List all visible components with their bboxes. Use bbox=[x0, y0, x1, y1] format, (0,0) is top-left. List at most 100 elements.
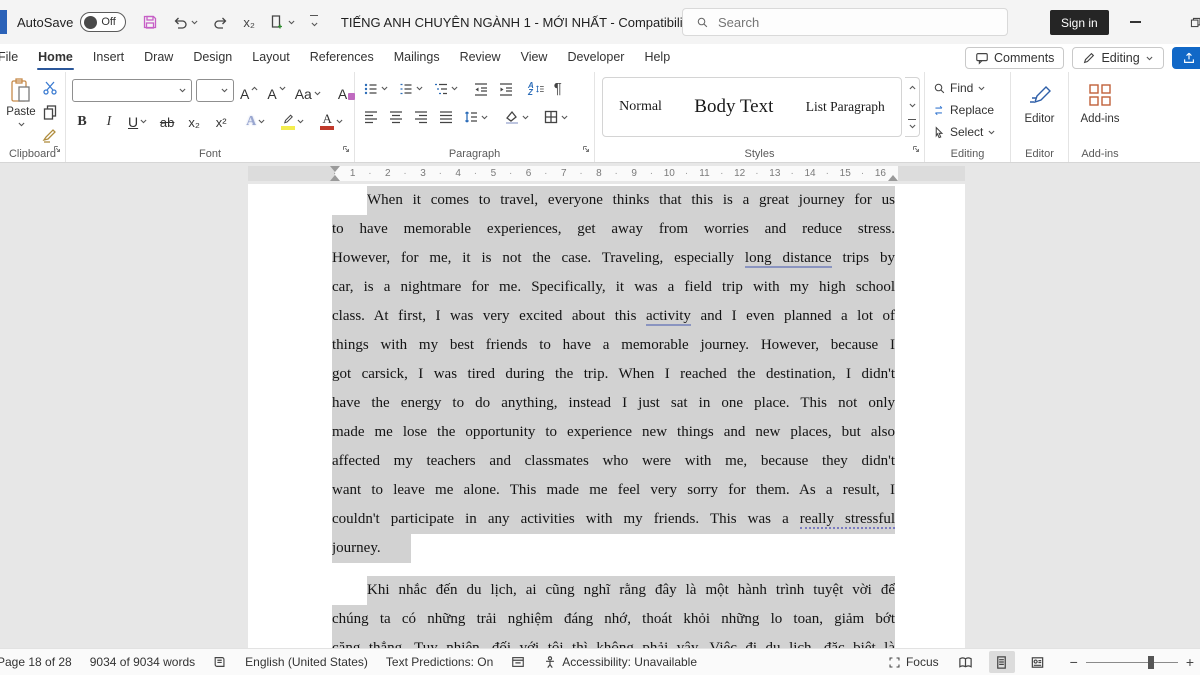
redo-button[interactable] bbox=[213, 14, 229, 30]
decrease-indent-button[interactable] bbox=[473, 81, 489, 97]
zoom-slider[interactable] bbox=[1086, 662, 1178, 663]
sign-in-button[interactable]: Sign in bbox=[1050, 10, 1109, 35]
zoom-in-button[interactable]: + bbox=[1186, 654, 1194, 670]
first-line-indent-marker[interactable] bbox=[330, 166, 340, 172]
sort-button[interactable]: AZ bbox=[528, 81, 545, 97]
change-case-button[interactable]: Aa bbox=[293, 80, 324, 102]
subscript-quick-button[interactable]: x₂ bbox=[243, 15, 255, 30]
ribbon-tab[interactable]: Mailings bbox=[384, 44, 450, 72]
print-layout-button[interactable] bbox=[989, 651, 1015, 673]
italic-button[interactable]: I bbox=[99, 108, 119, 130]
zoom-out-button[interactable]: − bbox=[1070, 654, 1078, 670]
paste-button[interactable]: Paste bbox=[3, 78, 39, 129]
font-name-combo[interactable] bbox=[72, 79, 192, 102]
comments-button[interactable]: Comments bbox=[965, 47, 1064, 69]
align-left-button[interactable] bbox=[363, 109, 379, 125]
editor-group: Editor Editor bbox=[1011, 72, 1069, 162]
align-center-button[interactable] bbox=[388, 109, 404, 125]
borders-button[interactable] bbox=[543, 109, 569, 125]
styles-dialog-launcher[interactable] bbox=[911, 141, 921, 159]
justify-button[interactable] bbox=[438, 109, 454, 125]
ribbon-tab[interactable]: Draw bbox=[134, 44, 183, 72]
search-box[interactable] bbox=[682, 8, 1008, 36]
find-button[interactable]: Find bbox=[933, 81, 996, 95]
clipboard-dialog-launcher[interactable] bbox=[52, 141, 62, 159]
ribbon-tab[interactable]: References bbox=[300, 44, 384, 72]
underline-button[interactable]: U bbox=[126, 108, 150, 130]
multilevel-list-button[interactable] bbox=[433, 81, 459, 97]
strikethrough-button[interactable]: ab bbox=[157, 108, 177, 130]
bullets-button[interactable] bbox=[363, 81, 389, 97]
share-button[interactable]: Share bbox=[1172, 47, 1200, 69]
ribbon-tab[interactable]: View bbox=[511, 44, 558, 72]
subscript-button[interactable]: x₂ bbox=[184, 108, 204, 130]
editor-status[interactable] bbox=[502, 649, 534, 675]
align-right-button[interactable] bbox=[413, 109, 429, 125]
ribbon-tab[interactable]: Developer bbox=[557, 44, 634, 72]
language-indicator[interactable]: English (United States) bbox=[236, 649, 377, 675]
replace-button[interactable]: Replace bbox=[933, 103, 996, 117]
highlight-button[interactable] bbox=[279, 108, 307, 130]
undo-button[interactable] bbox=[172, 14, 199, 30]
editing-mode-button[interactable]: Editing bbox=[1072, 47, 1163, 69]
style-item[interactable]: Body Text bbox=[694, 96, 773, 118]
qat-overflow-button[interactable] bbox=[310, 15, 319, 30]
grow-font-button[interactable]: A bbox=[238, 80, 261, 102]
page-indicator[interactable]: Page 18 of 28 bbox=[0, 649, 81, 675]
cut-button[interactable] bbox=[42, 80, 58, 96]
text-predictions-indicator[interactable]: Text Predictions: On bbox=[377, 649, 502, 675]
document-title[interactable]: TIẾNG ANH CHUYÊN NGÀNH 1 - MỚI NHẤT - Co… bbox=[341, 15, 724, 30]
read-mode-button[interactable] bbox=[953, 651, 979, 673]
web-layout-button[interactable] bbox=[1025, 651, 1051, 673]
styles-scroll-up[interactable] bbox=[908, 83, 917, 92]
horizontal-ruler[interactable]: 12345678910111213141516 bbox=[0, 163, 1200, 184]
paste-special-quick-button[interactable] bbox=[269, 14, 296, 30]
word-app-icon[interactable] bbox=[0, 10, 7, 34]
autosave-control[interactable]: AutoSave Off bbox=[17, 12, 126, 32]
clear-formatting-button[interactable]: A bbox=[336, 80, 357, 102]
ribbon-tab[interactable]: Design bbox=[183, 44, 242, 72]
proofing-status[interactable] bbox=[204, 649, 236, 675]
search-input[interactable] bbox=[718, 15, 958, 30]
text-effects-button[interactable]: A bbox=[244, 108, 268, 130]
styles-scroll-down[interactable] bbox=[908, 101, 917, 110]
autosave-toggle[interactable]: Off bbox=[80, 12, 126, 32]
restore-button[interactable] bbox=[1178, 6, 1200, 38]
copy-button[interactable] bbox=[42, 104, 58, 120]
ribbon-tab[interactable]: Insert bbox=[83, 44, 134, 72]
word-count[interactable]: 9034 of 9034 words bbox=[81, 649, 204, 675]
web-layout-icon bbox=[1030, 655, 1045, 670]
document-page[interactable]: When it comes to travel, everyone thinks… bbox=[248, 184, 965, 648]
font-color-button[interactable]: A bbox=[318, 108, 346, 130]
save-button[interactable] bbox=[142, 14, 158, 30]
superscript-button[interactable]: x² bbox=[211, 108, 231, 130]
minimize-button[interactable] bbox=[1118, 6, 1152, 38]
ribbon-tab[interactable]: Help bbox=[634, 44, 680, 72]
right-indent-marker[interactable] bbox=[888, 175, 898, 181]
addins-button[interactable]: Add-ins bbox=[1069, 82, 1131, 125]
style-item[interactable]: Normal bbox=[619, 99, 662, 115]
document-text[interactable]: When it comes to travel, everyone thinks… bbox=[332, 186, 895, 648]
accessibility-status[interactable]: Accessibility: Unavailable bbox=[534, 649, 706, 675]
style-item[interactable]: List Paragraph bbox=[806, 99, 885, 115]
ribbon-tab[interactable]: File bbox=[0, 44, 28, 72]
styles-gallery-more[interactable] bbox=[908, 119, 917, 132]
editor-button[interactable]: Editor bbox=[1011, 82, 1068, 125]
paragraph-dialog-launcher[interactable] bbox=[581, 141, 591, 159]
select-button[interactable]: Select bbox=[933, 125, 996, 139]
line-spacing-button[interactable] bbox=[463, 109, 489, 125]
increase-indent-button[interactable] bbox=[498, 81, 514, 97]
show-formatting-marks-button[interactable]: ¶ bbox=[554, 80, 562, 97]
bold-button[interactable]: B bbox=[72, 108, 92, 130]
focus-mode-button[interactable]: Focus bbox=[879, 649, 948, 675]
numbering-button[interactable] bbox=[398, 81, 424, 97]
shrink-font-button[interactable]: A bbox=[265, 80, 288, 102]
font-dialog-launcher[interactable] bbox=[341, 141, 351, 159]
ribbon-tab[interactable]: Review bbox=[450, 44, 511, 72]
zoom-slider-thumb[interactable] bbox=[1148, 656, 1154, 669]
font-size-combo[interactable] bbox=[196, 79, 234, 102]
ribbon-tab[interactable]: Home bbox=[28, 44, 83, 72]
hanging-indent-marker[interactable] bbox=[330, 175, 340, 181]
ribbon-tab[interactable]: Layout bbox=[242, 44, 300, 72]
shading-button[interactable] bbox=[504, 109, 530, 125]
